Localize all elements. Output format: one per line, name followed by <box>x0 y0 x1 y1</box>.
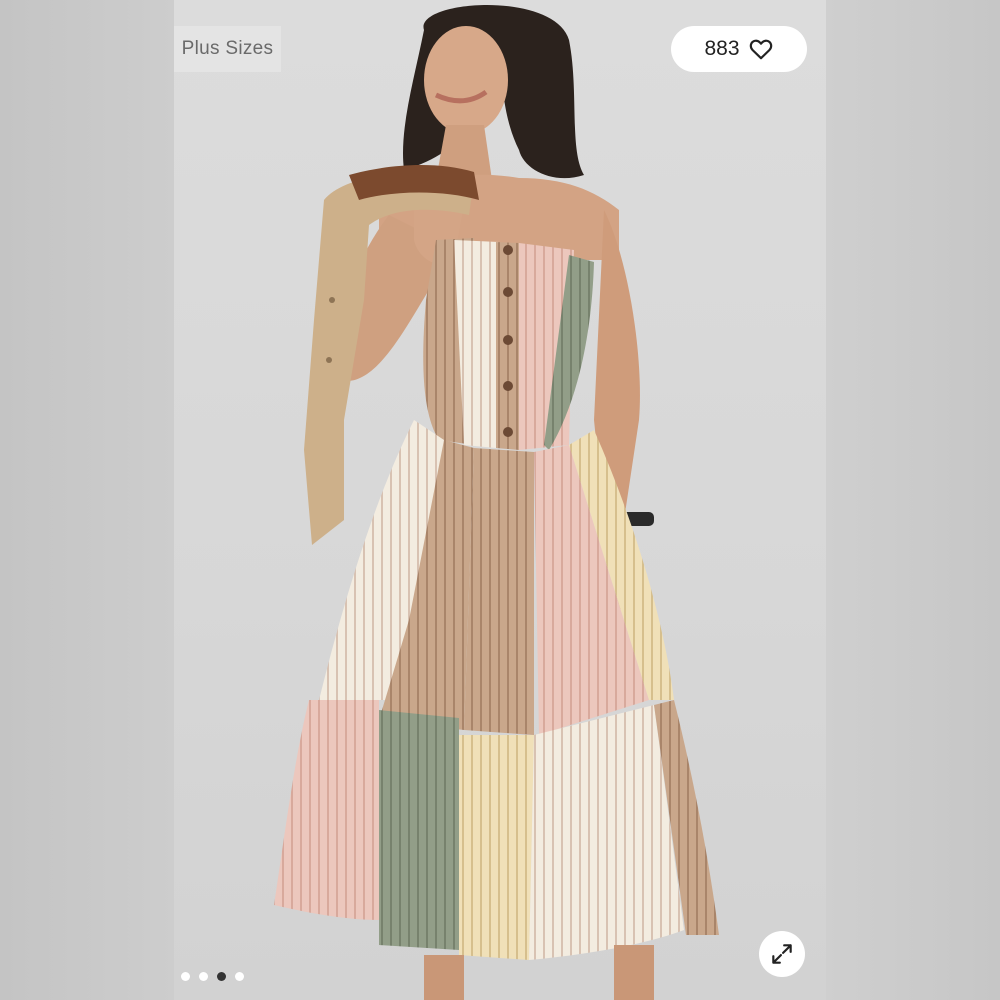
carousel-dot[interactable] <box>181 972 190 981</box>
like-button[interactable]: 883 <box>671 26 807 72</box>
category-tag: Plus Sizes <box>174 26 281 72</box>
carousel-indicator <box>181 972 244 981</box>
model-illustration <box>274 5 719 1000</box>
carousel-dot[interactable] <box>235 972 244 981</box>
background-blur-left <box>0 0 174 1000</box>
product-photo[interactable] <box>174 0 826 1000</box>
expand-button[interactable] <box>759 931 805 977</box>
carousel-dot[interactable] <box>199 972 208 981</box>
heart-outline-icon <box>749 39 772 60</box>
carousel-dot[interactable] <box>217 972 226 981</box>
expand-arrows-icon <box>772 944 792 964</box>
background-blur-right <box>826 0 1000 1000</box>
likes-count: 883 <box>704 37 740 60</box>
